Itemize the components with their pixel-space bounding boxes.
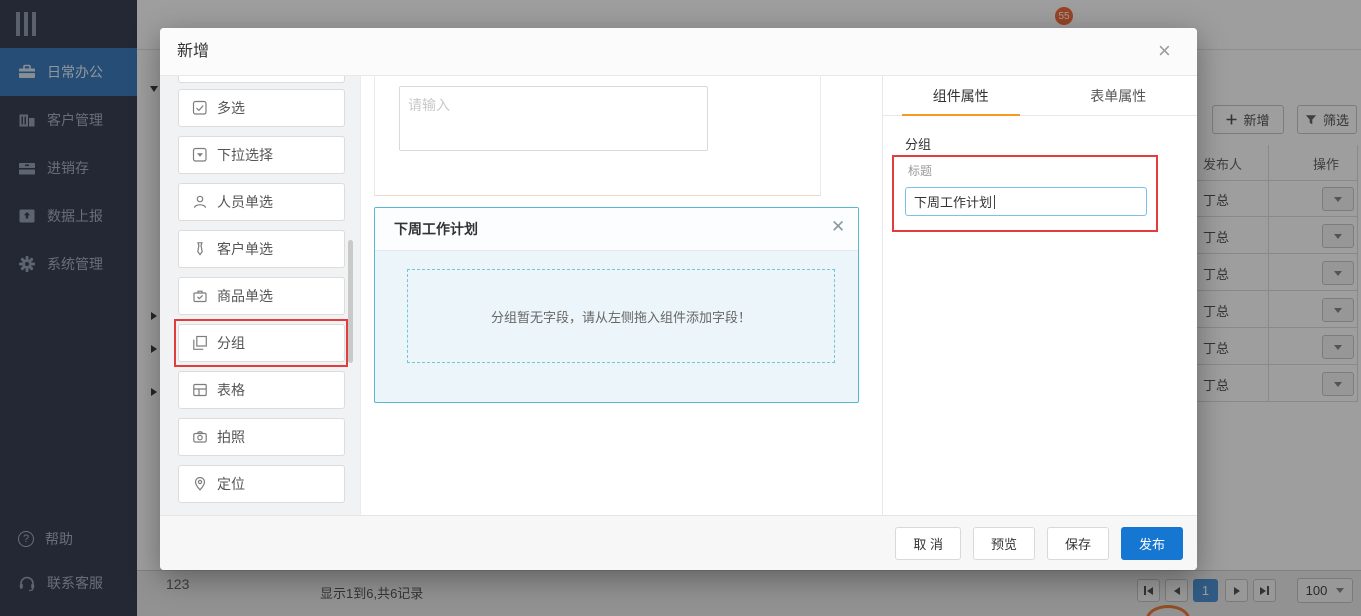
component-palette: 多选 下拉选择 人员单选 客户单选 商品单选 分组 表格 拍照 定位 bbox=[160, 76, 360, 515]
palette-scrollbar[interactable] bbox=[348, 240, 353, 363]
property-section-title: 分组 bbox=[905, 137, 932, 152]
save-button[interactable]: 保存 bbox=[1046, 526, 1109, 560]
group-empty-hint: 分组暂无字段，请从左侧拖入组件添加字段！ bbox=[490, 309, 751, 325]
location-icon bbox=[194, 476, 206, 491]
camera-icon bbox=[193, 431, 207, 443]
component-label: 客户单选 bbox=[217, 241, 273, 257]
component-item-table[interactable]: 表格 bbox=[178, 371, 345, 409]
component-item-location[interactable]: 定位 bbox=[178, 465, 345, 503]
group-dropzone[interactable]: 分组暂无字段，请从左侧拖入组件添加字段！ bbox=[407, 269, 835, 363]
tab-component-properties[interactable]: 组件属性 bbox=[882, 76, 1040, 116]
group-panel-title: 下周工作计划 bbox=[394, 221, 478, 237]
table-icon bbox=[193, 383, 207, 397]
component-item-multiselect[interactable]: 多选 bbox=[178, 89, 345, 127]
component-item-dropdown[interactable]: 下拉选择 bbox=[178, 136, 345, 174]
group-title-input[interactable]: 下周工作计划 bbox=[905, 187, 1147, 216]
modal-footer: 取 消 预览 保存 发布 bbox=[160, 515, 1197, 570]
component-label: 表格 bbox=[217, 382, 245, 398]
component-label: 商品单选 bbox=[217, 288, 273, 304]
new-form-modal: 新增 × 多选 下拉选择 人员单选 客户单选 商品单选 分组 表格 拍照 定位 … bbox=[160, 28, 1197, 570]
group-close-icon[interactable]: ✕ bbox=[831, 217, 845, 237]
component-item-customer-select[interactable]: 客户单选 bbox=[178, 230, 345, 268]
component-item-person-select[interactable]: 人员单选 bbox=[178, 183, 345, 221]
group-panel[interactable]: 下周工作计划 ✕ 分组暂无字段，请从左侧拖入组件添加字段！ bbox=[374, 207, 859, 403]
multiline-input[interactable] bbox=[399, 86, 708, 151]
group-title-value: 下周工作计划 bbox=[914, 195, 993, 210]
checkbox-icon bbox=[192, 100, 207, 115]
person-icon bbox=[193, 195, 207, 208]
tab-form-properties[interactable]: 表单属性 bbox=[1040, 76, 1198, 115]
component-item-partial bbox=[178, 76, 345, 83]
preview-button[interactable]: 预览 bbox=[972, 526, 1035, 560]
close-icon[interactable]: × bbox=[1158, 37, 1171, 65]
product-icon bbox=[193, 290, 207, 303]
component-label: 分组 bbox=[217, 335, 245, 351]
component-label: 拍照 bbox=[217, 429, 245, 445]
screen: 日常办公 客户管理 进销存 数据上报 系统管理 ? 帮助 联系客服 上传你企业的… bbox=[0, 0, 1361, 616]
properties-tabs: 组件属性 表单属性 bbox=[882, 76, 1197, 116]
modal-body: 多选 下拉选择 人员单选 客户单选 商品单选 分组 表格 拍照 定位 请输入 下… bbox=[160, 76, 1197, 515]
component-label: 人员单选 bbox=[217, 194, 273, 210]
tie-icon bbox=[197, 242, 203, 256]
component-item-product-select[interactable]: 商品单选 bbox=[178, 277, 345, 315]
dropdown-icon bbox=[192, 147, 207, 162]
text-caret bbox=[994, 194, 996, 209]
group-icon bbox=[193, 335, 207, 350]
cancel-button[interactable]: 取 消 bbox=[895, 526, 961, 560]
form-canvas: 下周工作计划 ✕ 分组暂无字段，请从左侧拖入组件添加字段！ bbox=[360, 76, 1081, 515]
publish-button[interactable]: 发布 bbox=[1120, 526, 1183, 560]
modal-header bbox=[160, 28, 1197, 76]
component-item-group[interactable]: 分组 bbox=[178, 324, 345, 362]
component-label: 多选 bbox=[217, 100, 245, 116]
component-label: 下拉选择 bbox=[217, 147, 273, 163]
title-field-label: 标题 bbox=[908, 164, 933, 178]
component-item-camera[interactable]: 拍照 bbox=[178, 418, 345, 456]
modal-title: 新增 bbox=[177, 43, 210, 60]
component-label: 定位 bbox=[217, 476, 245, 492]
